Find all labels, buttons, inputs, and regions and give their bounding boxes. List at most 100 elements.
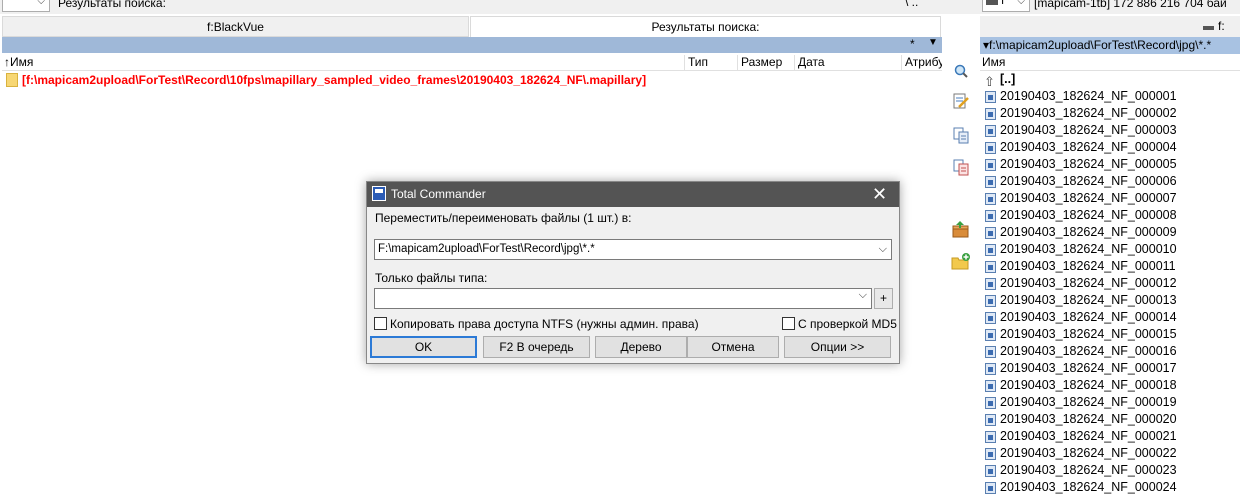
list-item[interactable]: [f:\mapicam2upload\ForTest\Record\10fps\… (2, 72, 942, 89)
list-item[interactable]: 20190403_182624_NF_000007 (980, 190, 1240, 207)
file-name: 20190403_182624_NF_000020 (1000, 412, 1177, 426)
list-item[interactable]: 20190403_182624_NF_000018 (980, 377, 1240, 394)
image-file-icon (985, 363, 996, 375)
column-attributes[interactable]: Атрибу (902, 55, 942, 70)
tab-blackvue[interactable]: f:BlackVue (2, 16, 469, 37)
list-item[interactable]: 20190403_182624_NF_000016 (980, 343, 1240, 360)
file-name: 20190403_182624_NF_000002 (1000, 106, 1177, 120)
list-item[interactable]: 20190403_182624_NF_000020 (980, 411, 1240, 428)
up-directory-item[interactable]: ⇧ [..] (980, 71, 1240, 89)
ntfs-permissions-label: Копировать права доступа NTFS (нужны адм… (390, 317, 699, 331)
options-button[interactable]: Опции >> (784, 336, 891, 358)
file-name: 20190403_182624_NF_000023 (1000, 463, 1177, 477)
column-size[interactable]: Размер (738, 55, 795, 70)
hard-drive-icon (986, 0, 998, 5)
column-type[interactable]: Тип (685, 55, 738, 70)
pack-icon[interactable] (950, 219, 972, 241)
list-item[interactable]: 20190403_182624_NF_000012 (980, 275, 1240, 292)
list-item[interactable]: 20190403_182624_NF_000017 (980, 360, 1240, 377)
left-path-bar[interactable]: * ▼ (2, 37, 942, 53)
file-name: 20190403_182624_NF_000016 (1000, 344, 1177, 358)
chevron-down-icon: ⌵ (37, 0, 45, 7)
list-item[interactable]: 20190403_182624_NF_000019 (980, 394, 1240, 411)
list-item[interactable]: 20190403_182624_NF_000010 (980, 241, 1240, 258)
list-item[interactable]: 20190403_182624_NF_000022 (980, 445, 1240, 462)
compare-icon[interactable] (950, 156, 972, 178)
list-item[interactable]: 20190403_182624_NF_000013 (980, 292, 1240, 309)
image-file-icon (985, 227, 996, 239)
edit-icon[interactable] (950, 90, 972, 112)
list-item[interactable]: 20190403_182624_NF_000009 (980, 224, 1240, 241)
copy-icon[interactable] (950, 124, 972, 146)
filter-star[interactable]: * (910, 37, 915, 51)
list-item[interactable]: 20190403_182624_NF_000008 (980, 207, 1240, 224)
file-name: 20190403_182624_NF_000013 (1000, 293, 1177, 307)
image-file-icon (985, 312, 996, 324)
image-file-icon (985, 295, 996, 307)
list-item[interactable]: 20190403_182624_NF_000003 (980, 122, 1240, 139)
file-name: 20190403_182624_NF_000021 (1000, 429, 1177, 443)
file-name: 20190403_182624_NF_000005 (1000, 157, 1177, 171)
tree-button[interactable]: Дерево (595, 336, 687, 358)
image-file-icon (985, 397, 996, 409)
list-item[interactable]: 20190403_182624_NF_000024 (980, 479, 1240, 495)
chevron-down-icon[interactable]: ⌵ (859, 289, 867, 302)
list-item[interactable]: 20190403_182624_NF_000002 (980, 105, 1240, 122)
image-file-icon (985, 261, 996, 273)
target-path-input[interactable]: F:\mapicam2upload\ForTest\Record\jpg\*.*… (374, 239, 892, 260)
list-item[interactable]: 20190403_182624_NF_000006 (980, 173, 1240, 190)
file-name: 20190403_182624_NF_000012 (1000, 276, 1177, 290)
checkbox-box[interactable] (374, 317, 387, 330)
list-item[interactable]: 20190403_182624_NF_000001 (980, 88, 1240, 105)
move-rename-dialog: Total Commander ✕ Переместить/переименов… (366, 181, 900, 364)
image-file-icon (985, 346, 996, 358)
image-file-icon (985, 431, 996, 443)
right-path-bar[interactable]: ▾f:\mapicam2upload\ForTest\Record\jpg\*.… (980, 37, 1240, 54)
image-file-icon (985, 414, 996, 426)
tab-search-results[interactable]: Результаты поиска: (470, 16, 941, 37)
md5-verify-checkbox[interactable]: С проверкой MD5 (782, 317, 897, 331)
left-drive-combo[interactable]: ⌵ (2, 0, 50, 12)
image-file-icon (985, 482, 996, 494)
ok-button[interactable]: OK (370, 336, 477, 358)
column-date[interactable]: Дата (795, 55, 902, 70)
add-filter-button[interactable]: + (874, 288, 893, 309)
file-name: 20190403_182624_NF_000024 (1000, 480, 1177, 494)
list-item[interactable]: 20190403_182624_NF_000005 (980, 156, 1240, 173)
file-name: 20190403_182624_NF_000015 (1000, 327, 1177, 341)
chevron-down-icon: ⌵ (1017, 0, 1025, 7)
dialog-title-bar[interactable]: Total Commander ✕ (367, 182, 899, 207)
image-file-icon (985, 278, 996, 290)
cancel-button[interactable]: Отмена (687, 336, 779, 358)
list-item[interactable]: 20190403_182624_NF_000004 (980, 139, 1240, 156)
file-name: 20190403_182624_NF_000008 (1000, 208, 1177, 222)
right-column-name[interactable]: Имя (980, 54, 1240, 71)
list-item[interactable]: 20190403_182624_NF_000014 (980, 309, 1240, 326)
queue-button[interactable]: F2 В очередь (483, 336, 590, 358)
path-root-button[interactable]: \ .. (905, 0, 918, 9)
floppy-disk-icon (372, 186, 386, 201)
list-item[interactable]: 20190403_182624_NF_000021 (980, 428, 1240, 445)
list-item[interactable]: 20190403_182624_NF_000015 (980, 326, 1240, 343)
list-item[interactable]: 20190403_182624_NF_000011 (980, 258, 1240, 275)
file-name: 20190403_182624_NF_000011 (1000, 259, 1176, 273)
file-name: 20190403_182624_NF_000006 (1000, 174, 1177, 188)
right-drive-combo[interactable]: f ⌵ (982, 0, 1030, 12)
ntfs-permissions-checkbox[interactable]: Копировать права доступа NTFS (нужны адм… (374, 317, 699, 331)
close-icon[interactable]: ✕ (872, 184, 887, 204)
column-name[interactable]: ↑Имя (2, 55, 685, 70)
file-name: 20190403_182624_NF_000010 (1000, 242, 1177, 256)
new-folder-icon[interactable] (950, 251, 972, 273)
image-file-icon (985, 125, 996, 137)
top-strip: ⌵ Результаты поиска: \ .. f ⌵ [mapicam-1… (0, 0, 1240, 14)
chevron-down-icon[interactable]: ⌵ (879, 240, 887, 259)
file-name: 20190403_182624_NF_000022 (1000, 446, 1177, 460)
magnify-icon[interactable] (950, 60, 972, 82)
list-item[interactable]: 20190403_182624_NF_000023 (980, 462, 1240, 479)
image-file-icon (985, 193, 996, 205)
history-dropdown-icon[interactable]: ▼ (928, 37, 938, 48)
file-type-filter-input[interactable]: ⌵ (374, 288, 872, 309)
checkbox-box[interactable] (782, 317, 795, 330)
folder-icon (6, 73, 18, 87)
file-name: 20190403_182624_NF_000019 (1000, 395, 1177, 409)
